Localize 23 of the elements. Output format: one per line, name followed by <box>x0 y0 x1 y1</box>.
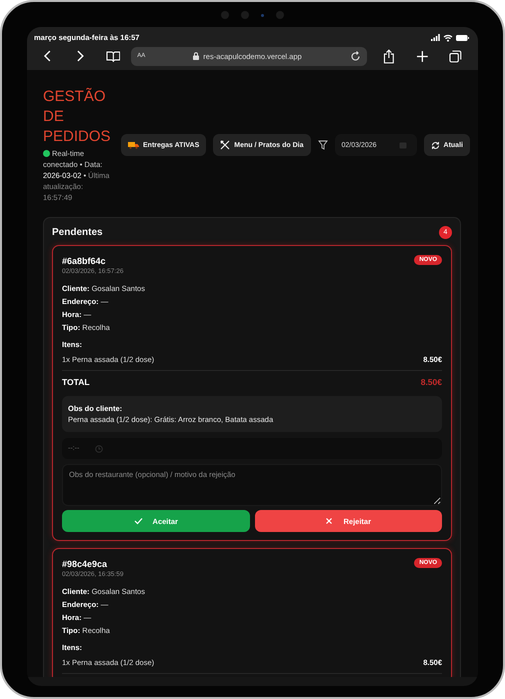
plus-icon[interactable] <box>416 50 428 62</box>
lock-icon <box>193 52 200 60</box>
utensils-icon <box>220 140 230 150</box>
refresh-icon <box>430 140 440 150</box>
order-id: #6a8bf64c <box>62 255 107 267</box>
close-icon <box>325 517 334 525</box>
wifi-icon <box>443 34 453 42</box>
signal-icon <box>431 34 440 41</box>
truck-icon <box>128 141 139 149</box>
tabs-icon[interactable] <box>449 50 462 62</box>
panel-title: Pendentes <box>52 227 103 238</box>
total-label: TOTAL <box>62 376 90 389</box>
page-title: GESTÃO DE PEDIDOS <box>43 87 111 147</box>
battery-icon <box>456 34 469 40</box>
clock-icon <box>95 444 104 452</box>
check-icon <box>134 517 143 525</box>
sensor-icon <box>261 14 264 16</box>
book-icon[interactable] <box>106 50 120 62</box>
share-icon[interactable] <box>382 48 395 64</box>
filter-icon <box>318 140 328 150</box>
reload-icon[interactable] <box>350 50 361 62</box>
total-price: 8.50€ <box>420 376 442 389</box>
order-id: #98c4e9ca <box>62 558 108 570</box>
